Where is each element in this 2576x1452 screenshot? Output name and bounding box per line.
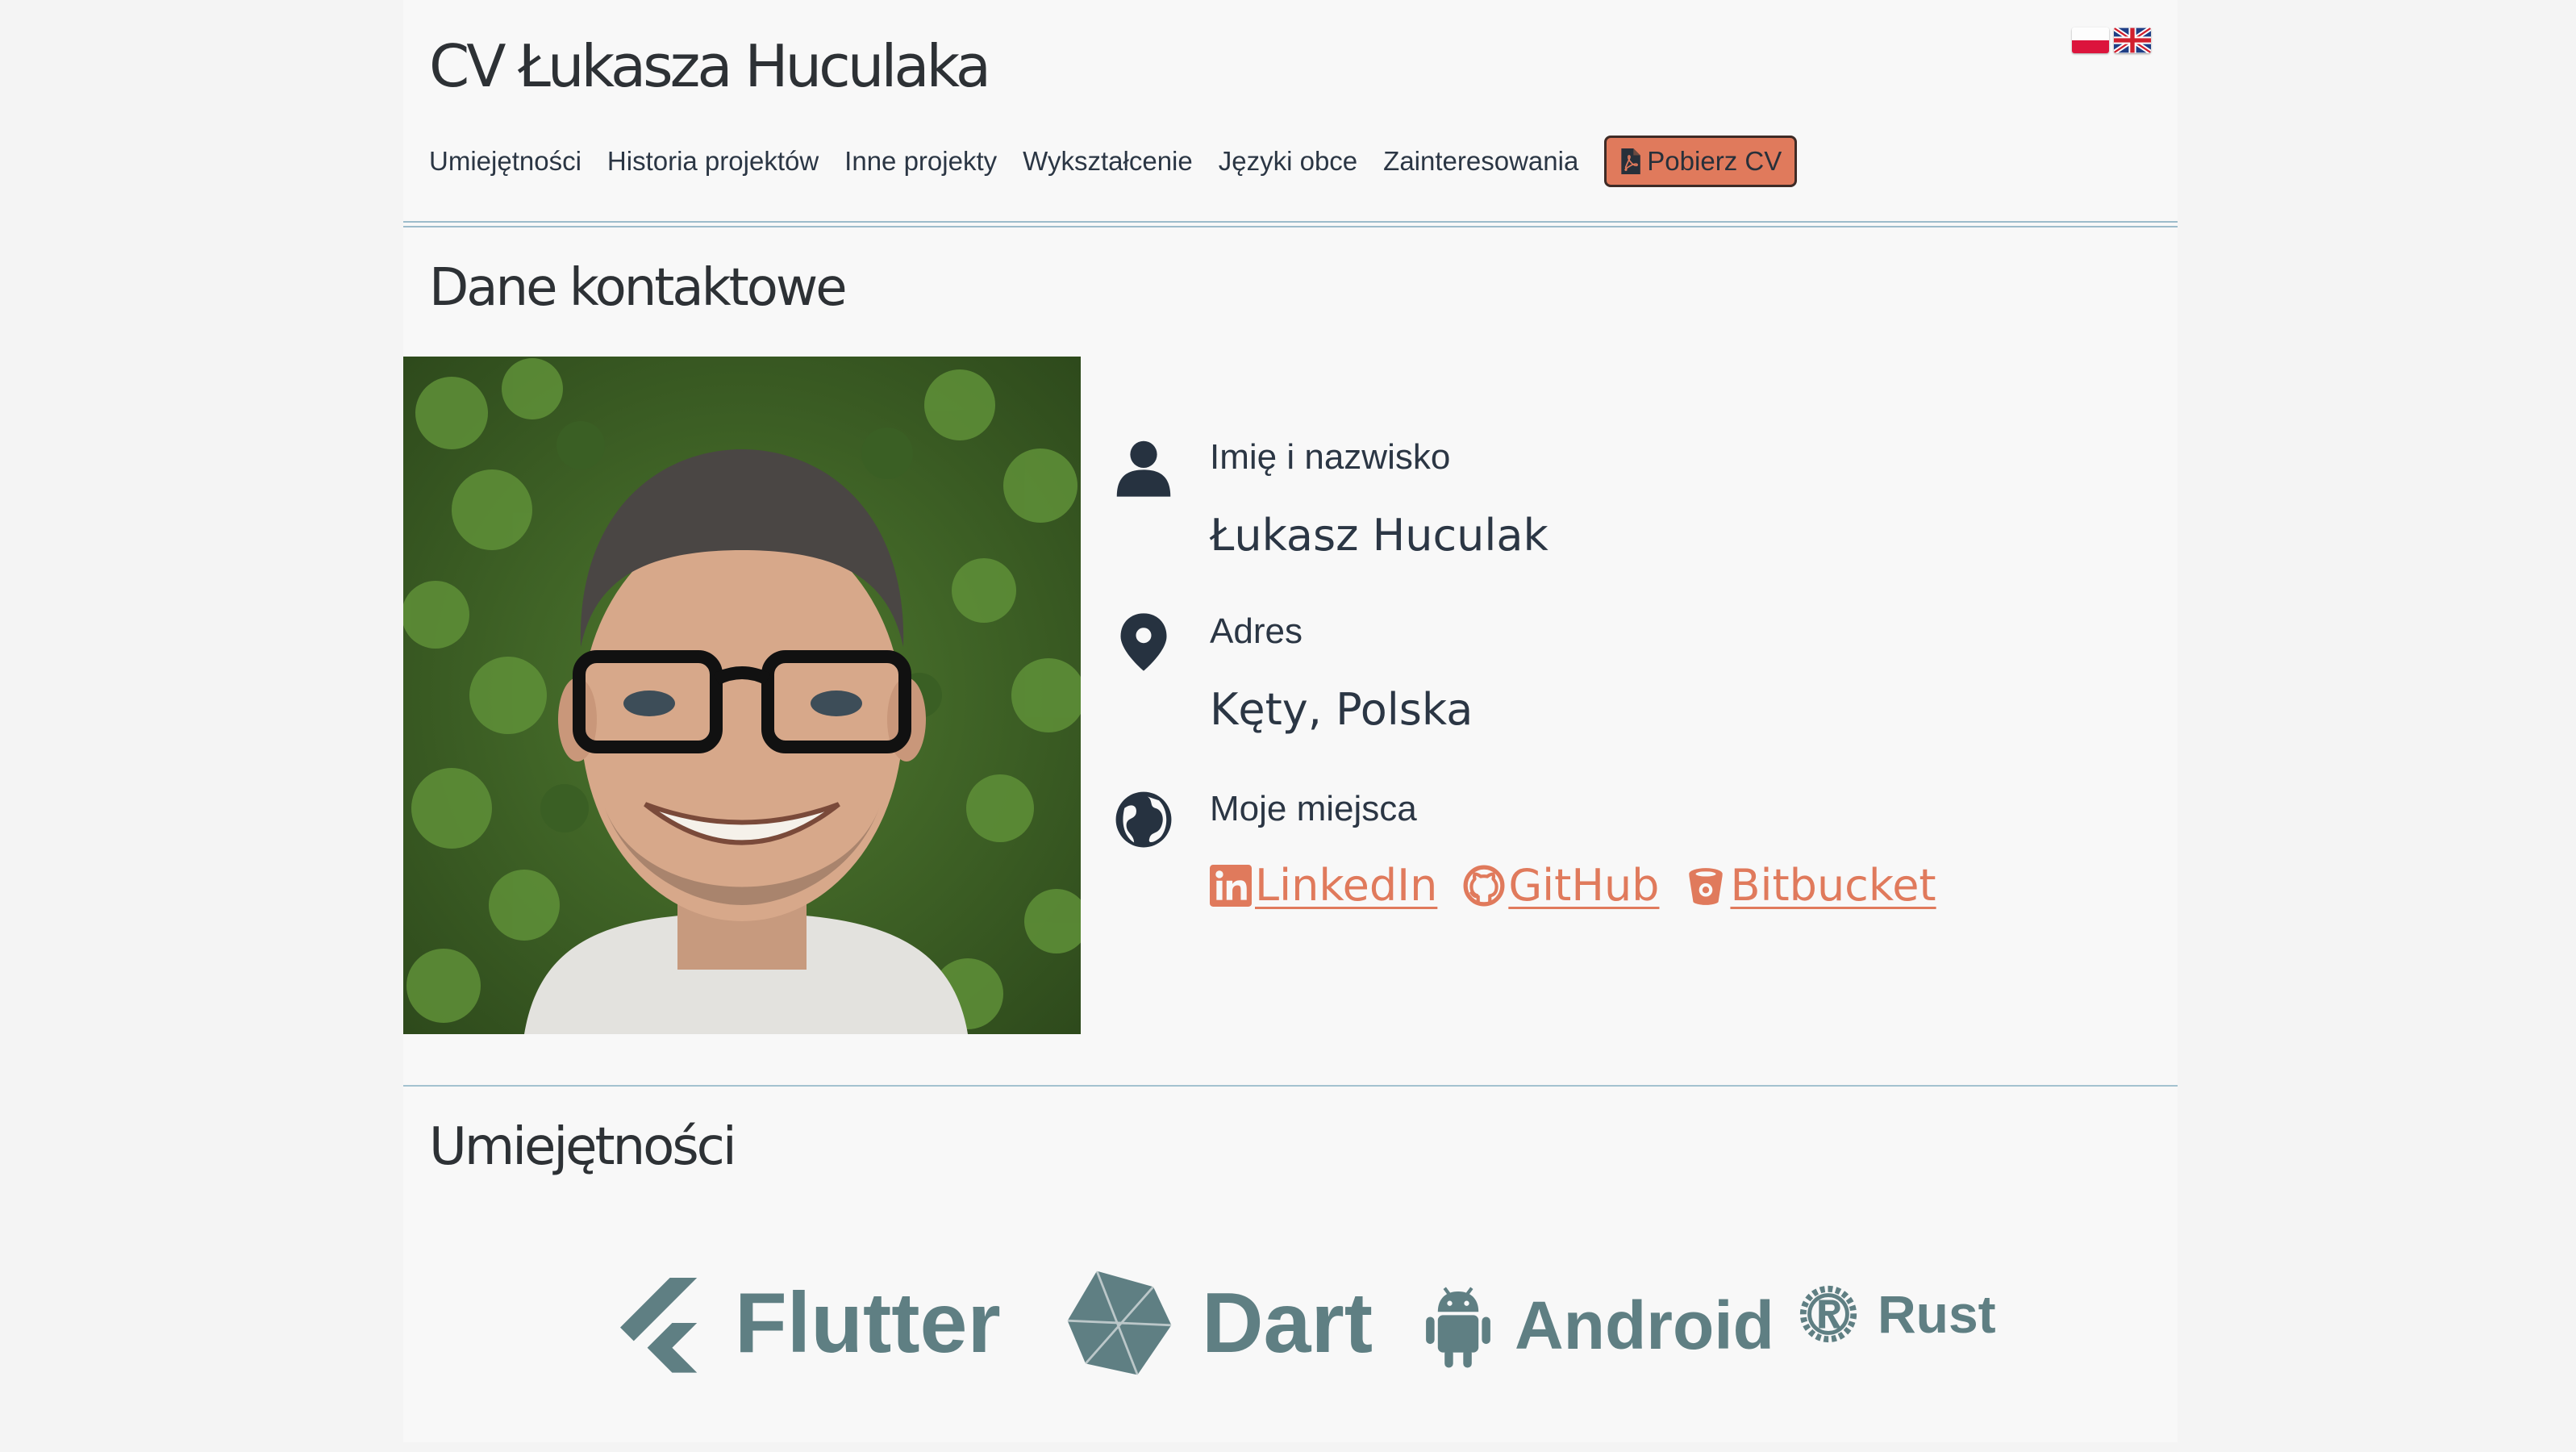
page-title: CV Łukasza Huculaka — [429, 32, 991, 100]
nav-education[interactable]: Wykształcenie — [1023, 146, 1193, 177]
nav-interests[interactable]: Zainteresowania — [1383, 146, 1578, 177]
nav-project-history[interactable]: Historia projektów — [607, 146, 819, 177]
android-logo-icon — [1426, 1287, 1490, 1368]
download-cv-button[interactable]: Pobierz CV — [1604, 136, 1798, 187]
places-label: Moje miejsca — [1210, 789, 1417, 828]
bitbucket-icon — [1689, 867, 1724, 905]
address-label: Adres — [1210, 611, 1303, 651]
skill-android: Android — [1424, 1281, 1774, 1370]
profile-links: LinkedIn GitHub Bitbucket — [1210, 860, 1936, 911]
flutter-logo-icon — [620, 1278, 698, 1373]
cv-page: CV Łukasza Huculaka Umiejętności Histori… — [403, 0, 2178, 1442]
skill-flutter-label: Flutter — [735, 1275, 1001, 1371]
download-cv-label: Pobierz CV — [1647, 146, 1782, 176]
skill-flutter: Flutter — [609, 1266, 1001, 1379]
bitbucket-link[interactable]: Bitbucket — [1685, 860, 1936, 911]
linkedin-icon — [1210, 864, 1252, 907]
header-divider — [403, 221, 2178, 223]
language-switcher — [2072, 27, 2151, 53]
header-divider-second — [403, 226, 2178, 227]
nav-other-projects[interactable]: Inne projekty — [844, 146, 997, 177]
linkedin-label: LinkedIn — [1255, 860, 1438, 911]
person-icon — [1116, 440, 1171, 497]
address-value: Kęty, Polska — [1210, 684, 1473, 735]
section-divider — [403, 1085, 2178, 1087]
skills-heading: Umiejętności — [429, 1117, 737, 1177]
github-icon — [1463, 865, 1505, 906]
main-nav: Umiejętności Historia projektów Inne pro… — [429, 136, 1798, 187]
github-label: GitHub — [1508, 860, 1660, 911]
dart-logo-icon — [1067, 1270, 1172, 1375]
skill-dart: Dart — [1063, 1266, 1373, 1379]
skill-android-label: Android — [1515, 1287, 1774, 1363]
pdf-file-icon — [1621, 148, 1641, 174]
globe-icon — [1115, 791, 1172, 848]
name-label: Imię i nazwisko — [1210, 437, 1451, 477]
github-link[interactable]: GitHub — [1463, 860, 1659, 911]
flag-uk-icon[interactable] — [2114, 27, 2151, 53]
skill-rust-label: Rust — [1878, 1284, 1996, 1344]
linkedin-link[interactable]: LinkedIn — [1210, 860, 1437, 911]
skills-cloud: Flutter Dart Android Rust — [403, 1266, 2178, 1452]
flag-pl-icon[interactable] — [2072, 27, 2109, 53]
nav-languages[interactable]: Języki obce — [1219, 146, 1357, 177]
profile-photo — [403, 357, 1081, 1034]
rust-logo-icon — [1799, 1285, 1857, 1343]
name-value: Łukasz Huculak — [1210, 510, 1549, 561]
skill-rust: Rust — [1797, 1283, 1996, 1346]
nav-skills[interactable]: Umiejętności — [429, 146, 581, 177]
skill-dart-label: Dart — [1202, 1275, 1373, 1371]
bitbucket-label: Bitbucket — [1730, 860, 1936, 911]
map-pin-icon — [1120, 613, 1167, 671]
contact-heading: Dane kontaktowe — [429, 258, 848, 318]
